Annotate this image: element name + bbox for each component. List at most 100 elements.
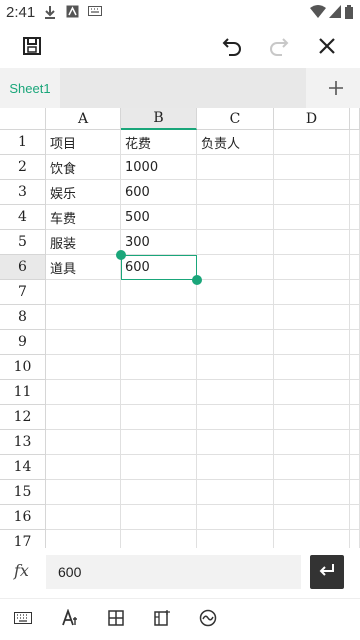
cell-b15[interactable] — [121, 480, 197, 505]
cell-c15[interactable] — [197, 480, 274, 505]
row-header-14[interactable]: 14 — [0, 455, 46, 480]
cell-b5[interactable]: 300 — [121, 230, 197, 255]
cell-b3[interactable]: 600 — [121, 180, 197, 205]
cell-b2[interactable]: 1000 — [121, 155, 197, 180]
cell-d5[interactable] — [274, 230, 350, 255]
cell-b10[interactable] — [121, 355, 197, 380]
cell-d3[interactable] — [274, 180, 350, 205]
cell-e8[interactable] — [350, 305, 360, 330]
cell-b14[interactable] — [121, 455, 197, 480]
cell-d14[interactable] — [274, 455, 350, 480]
cell-border-button[interactable] — [102, 607, 130, 633]
cell-a15[interactable] — [46, 480, 121, 505]
cell-c4[interactable] — [197, 205, 274, 230]
cell-a10[interactable] — [46, 355, 121, 380]
cell-a12[interactable] — [46, 405, 121, 430]
row-header-5[interactable]: 5 — [0, 230, 46, 255]
column-header-e[interactable] — [350, 108, 360, 130]
cell-a17[interactable] — [46, 530, 121, 548]
cell-e2[interactable] — [350, 155, 360, 180]
cell-c5[interactable] — [197, 230, 274, 255]
font-format-button[interactable] — [56, 607, 84, 633]
cell-c10[interactable] — [197, 355, 274, 380]
row-header-15[interactable]: 15 — [0, 480, 46, 505]
row-header-13[interactable]: 13 — [0, 430, 46, 455]
cell-b13[interactable] — [121, 430, 197, 455]
cell-b4[interactable]: 500 — [121, 205, 197, 230]
row-header-2[interactable]: 2 — [0, 155, 46, 180]
cell-c3[interactable] — [197, 180, 274, 205]
cell-b7[interactable] — [121, 280, 197, 305]
cell-c2[interactable] — [197, 155, 274, 180]
column-header-a[interactable]: A — [46, 108, 121, 130]
cell-c16[interactable] — [197, 505, 274, 530]
cell-a3[interactable]: 娱乐 — [46, 180, 121, 205]
cell-c8[interactable] — [197, 305, 274, 330]
row-header-8[interactable]: 8 — [0, 305, 46, 330]
cell-e6[interactable] — [350, 255, 360, 280]
spreadsheet-grid[interactable]: A B C D 1 项目 花费 负责人 2 饮食 1000 3 娱乐 600 4 车费 500 5 服装 300 6 道具… — [0, 108, 360, 548]
cell-e7[interactable] — [350, 280, 360, 305]
cell-e16[interactable] — [350, 505, 360, 530]
keyboard-button[interactable] — [9, 607, 37, 633]
cell-b8[interactable] — [121, 305, 197, 330]
row-header-12[interactable]: 12 — [0, 405, 46, 430]
cell-e4[interactable] — [350, 205, 360, 230]
cell-a16[interactable] — [46, 505, 121, 530]
row-header-11[interactable]: 11 — [0, 380, 46, 405]
cell-d12[interactable] — [274, 405, 350, 430]
column-header-c[interactable]: C — [197, 108, 274, 130]
tab-sheet1[interactable]: Sheet1 — [0, 68, 60, 108]
cell-b17[interactable] — [121, 530, 197, 548]
row-header-6[interactable]: 6 — [0, 255, 46, 280]
row-header-3[interactable]: 3 — [0, 180, 46, 205]
cell-d6[interactable] — [274, 255, 350, 280]
cell-d2[interactable] — [274, 155, 350, 180]
selection-handle-bottom-right[interactable] — [192, 275, 202, 285]
cell-d10[interactable] — [274, 355, 350, 380]
cell-e12[interactable] — [350, 405, 360, 430]
cell-a8[interactable] — [46, 305, 121, 330]
column-header-b[interactable]: B — [121, 108, 197, 130]
cell-d13[interactable] — [274, 430, 350, 455]
row-header-7[interactable]: 7 — [0, 280, 46, 305]
cell-b9[interactable] — [121, 330, 197, 355]
cell-b6[interactable]: 600 — [121, 255, 197, 280]
cell-d8[interactable] — [274, 305, 350, 330]
close-button[interactable] — [309, 30, 345, 66]
cell-a6[interactable]: 道具 — [46, 255, 121, 280]
cell-e5[interactable] — [350, 230, 360, 255]
cell-c9[interactable] — [197, 330, 274, 355]
cell-e17[interactable] — [350, 530, 360, 548]
cell-d4[interactable] — [274, 205, 350, 230]
cell-a4[interactable]: 车费 — [46, 205, 121, 230]
cell-c17[interactable] — [197, 530, 274, 548]
cell-a11[interactable] — [46, 380, 121, 405]
cell-c6[interactable] — [197, 255, 274, 280]
row-header-4[interactable]: 4 — [0, 205, 46, 230]
redo-button[interactable] — [261, 30, 297, 66]
formula-input[interactable]: 600 — [46, 555, 301, 589]
cell-e10[interactable] — [350, 355, 360, 380]
cell-e11[interactable] — [350, 380, 360, 405]
cell-c14[interactable] — [197, 455, 274, 480]
insert-button[interactable] — [148, 607, 176, 633]
cell-b1[interactable]: 花费 — [121, 130, 197, 155]
cell-d15[interactable] — [274, 480, 350, 505]
cell-c1[interactable]: 负责人 — [197, 130, 274, 155]
cell-c11[interactable] — [197, 380, 274, 405]
enter-button[interactable] — [310, 555, 344, 589]
cell-e14[interactable] — [350, 455, 360, 480]
cell-d7[interactable] — [274, 280, 350, 305]
cell-a14[interactable] — [46, 455, 121, 480]
cell-d11[interactable] — [274, 380, 350, 405]
row-header-10[interactable]: 10 — [0, 355, 46, 380]
cell-e9[interactable] — [350, 330, 360, 355]
cell-e1[interactable] — [350, 130, 360, 155]
chart-button[interactable] — [194, 607, 222, 633]
cell-b11[interactable] — [121, 380, 197, 405]
cell-a7[interactable] — [46, 280, 121, 305]
cell-c7[interactable] — [197, 280, 274, 305]
cell-d1[interactable] — [274, 130, 350, 155]
cell-d16[interactable] — [274, 505, 350, 530]
